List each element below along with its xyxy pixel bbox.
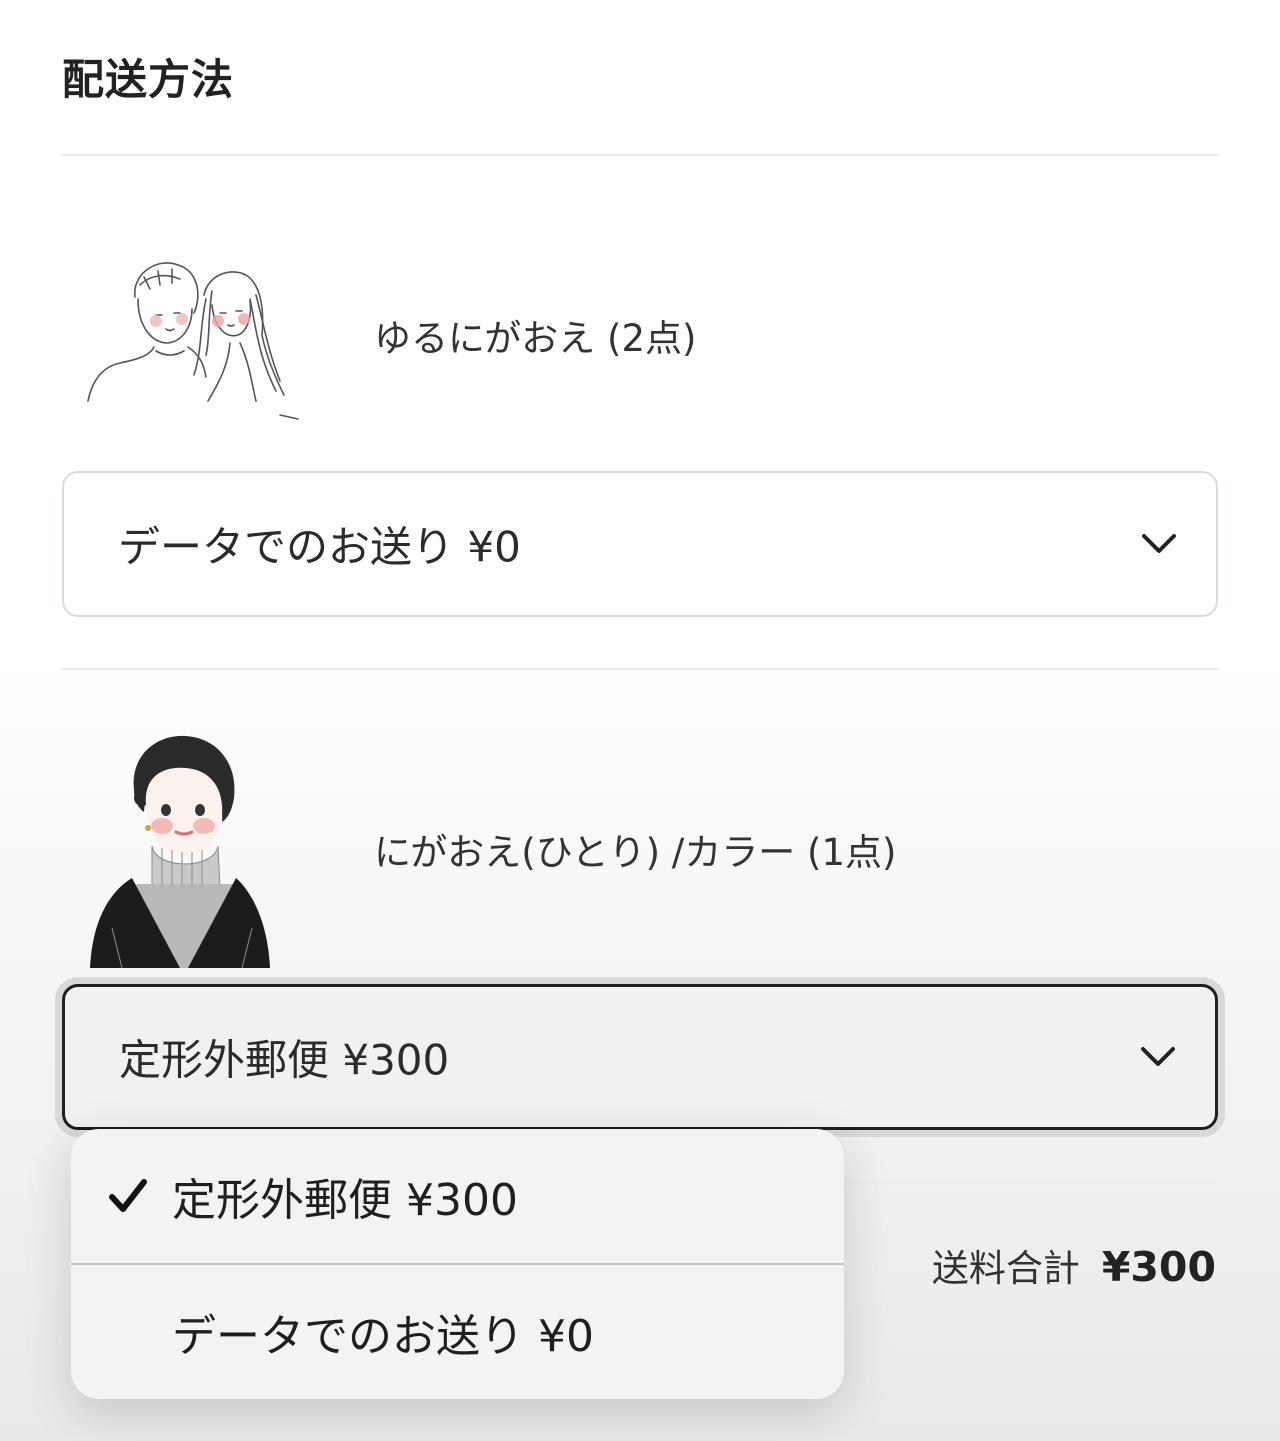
page-title: 配送方法 bbox=[62, 55, 235, 104]
product-name: ゆるにがおえ (2点) bbox=[374, 317, 697, 360]
shipping-option[interactable]: データでのお送り ¥0 bbox=[71, 1265, 844, 1399]
product-name: にがおえ(ひとり) /カラー (1点) bbox=[374, 831, 897, 874]
product-thumbnail-couple bbox=[80, 255, 305, 425]
checkmark-icon bbox=[109, 1179, 147, 1212]
product-thumbnail-woman bbox=[82, 728, 282, 968]
divider bbox=[62, 668, 1218, 670]
shipping-options-menu: 定形外郵便 ¥300 データでのお送り ¥0 bbox=[71, 1129, 844, 1399]
shipping-option-label: データでのお送り ¥0 bbox=[172, 1311, 594, 1362]
shipping-option-label: 定形外郵便 ¥300 bbox=[172, 1175, 518, 1226]
divider bbox=[62, 154, 1218, 156]
shipping-total: 送料合計 ¥300 bbox=[932, 1238, 1216, 1292]
shipping-select[interactable]: データでのお送り ¥0 bbox=[62, 471, 1218, 617]
shipping-select[interactable]: 定形外郵便 ¥300 bbox=[62, 984, 1218, 1130]
chevron-down-icon bbox=[1142, 534, 1176, 553]
shipping-select-value: 定形外郵便 ¥300 bbox=[119, 1035, 450, 1085]
shipping-total-label: 送料合計 bbox=[931, 1247, 1080, 1290]
chevron-down-icon bbox=[1141, 1047, 1175, 1066]
shipping-total-value: ¥300 bbox=[1101, 1243, 1216, 1291]
shipping-option[interactable]: 定形外郵便 ¥300 bbox=[71, 1129, 844, 1263]
shipping-select-value: データでのお送り ¥0 bbox=[118, 522, 521, 572]
